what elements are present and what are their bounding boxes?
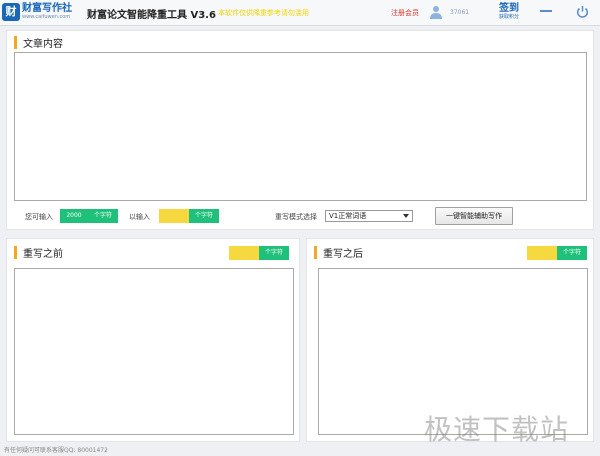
footer-contact: 有任何疑问可联系客服QQ: 80001472: [4, 447, 108, 454]
article-textarea[interactable]: [14, 52, 587, 201]
register-link[interactable]: 注册会员: [391, 8, 419, 18]
after-title: 重写之后: [314, 245, 363, 260]
before-title: 重写之前: [14, 245, 63, 260]
smart-rewrite-button[interactable]: 一键智能辅助写作: [435, 207, 513, 225]
before-panel: 重写之前 个字符: [6, 238, 300, 442]
user-id: 37061: [450, 9, 470, 16]
user-icon[interactable]: [430, 5, 442, 19]
unit-label: 个字符: [189, 209, 219, 223]
checkin-sublabel: 获取积分: [499, 14, 520, 20]
entered-counter: 个字符: [159, 209, 219, 223]
can-input-value: 2000: [60, 209, 88, 223]
can-input-counter: 2000 个字符: [60, 209, 118, 223]
entered-label: 以输入: [129, 213, 150, 221]
power-icon[interactable]: [576, 5, 589, 18]
article-title: 文章内容: [14, 35, 63, 50]
accent-bar: [314, 246, 317, 259]
app-title: 财富论文智能降重工具 V3.6: [87, 10, 216, 21]
chevron-down-icon: [403, 214, 409, 218]
before-count-value: [229, 246, 259, 260]
mode-select-value: V1正常词语: [329, 212, 367, 220]
logo-name: 财富写作社: [22, 3, 72, 14]
entered-value: [159, 209, 189, 223]
mode-select[interactable]: V1正常词语: [325, 210, 413, 222]
after-count-value: [527, 246, 557, 260]
checkin-button[interactable]: 签到 获取积分: [499, 4, 519, 20]
unit-label: 个字符: [88, 209, 118, 223]
logo-url: www.caifuwen.com: [22, 14, 71, 20]
before-textarea[interactable]: [14, 268, 294, 435]
mode-label: 重写模式选择: [275, 213, 317, 221]
app-logo: 财 财富写作社 www.caifuwen.com: [2, 2, 72, 22]
unit-label: 个字符: [557, 246, 587, 260]
promo-text: 本软件仅供降重参考请勿滥用: [218, 9, 309, 17]
watermark-text: 极速下载站: [424, 413, 570, 446]
title-bar: 财 财富写作社 www.caifuwen.com 财富论文智能降重工具 V3.6…: [0, 0, 600, 26]
article-panel: 文章内容 您可输入 2000 个字符 以输入 个字符 重写模式选择 V1正常词语…: [6, 30, 594, 230]
minimize-icon[interactable]: [540, 10, 552, 12]
checkin-label: 签到: [499, 3, 519, 14]
before-counter: 个字符: [229, 246, 289, 260]
unit-label: 个字符: [259, 246, 289, 260]
accent-bar: [14, 36, 17, 49]
logo-icon: 财: [2, 3, 20, 21]
can-input-label: 您可输入: [25, 213, 53, 221]
accent-bar: [14, 246, 17, 259]
after-counter: 个字符: [527, 246, 587, 260]
